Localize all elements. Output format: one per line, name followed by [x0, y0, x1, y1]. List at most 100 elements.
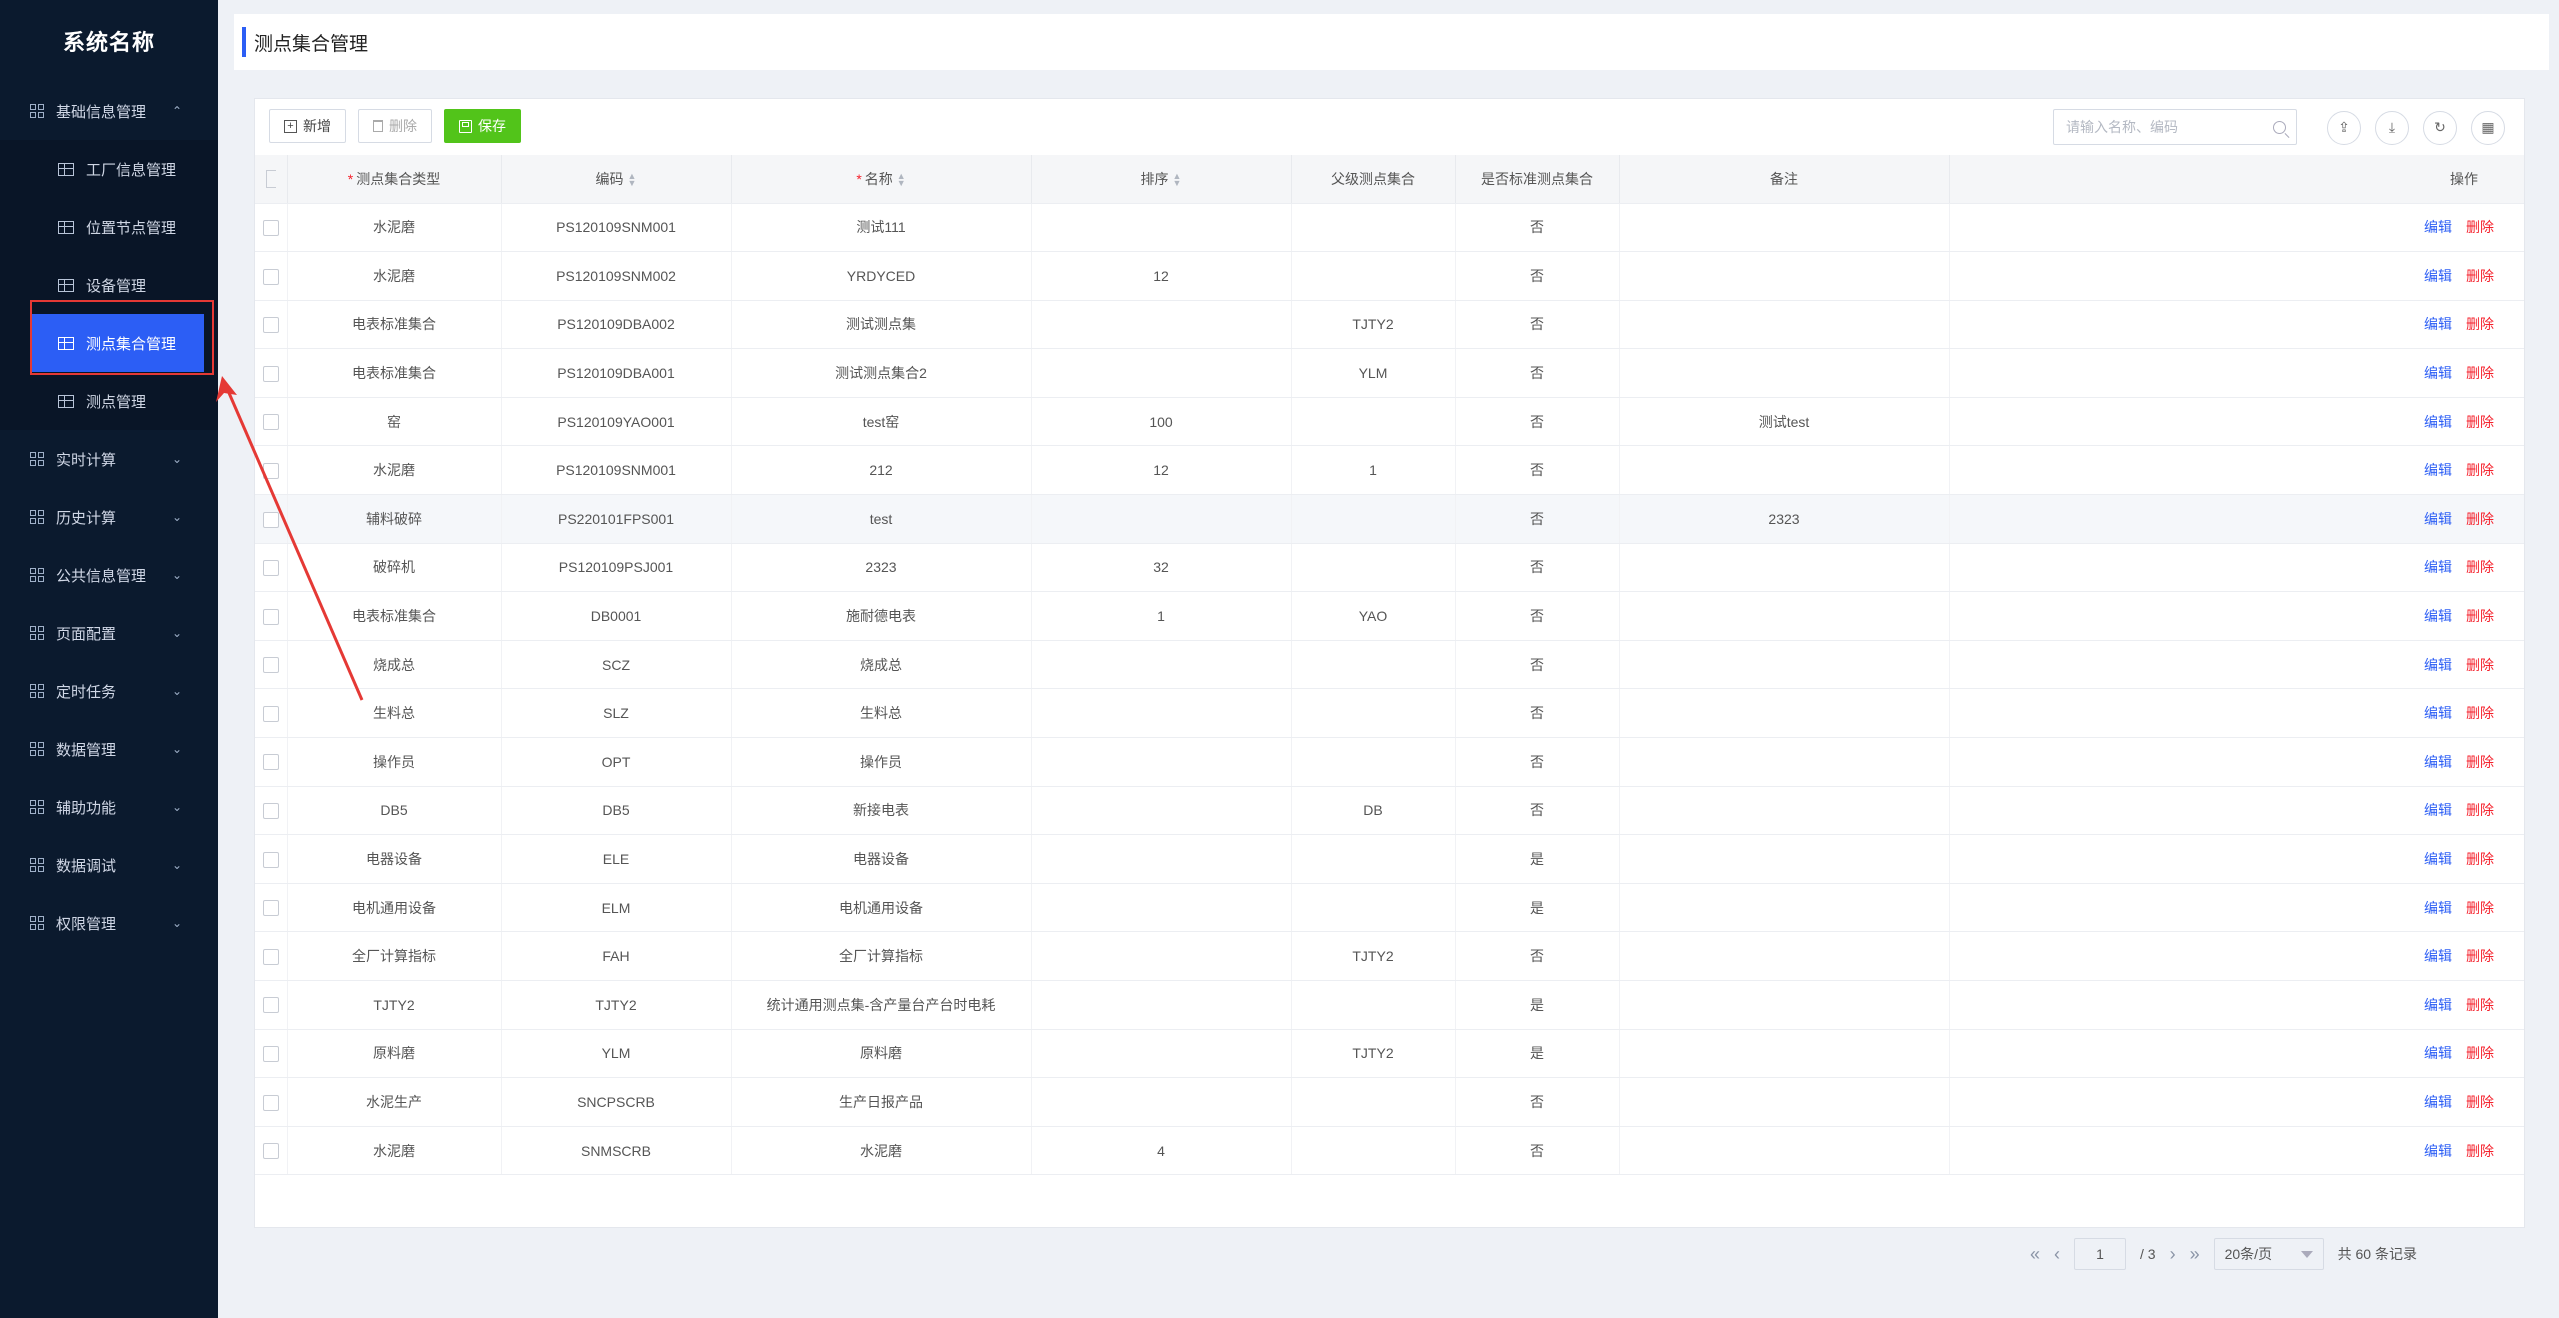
row-checkbox[interactable] [262, 754, 279, 771]
row-checkbox[interactable] [262, 1094, 279, 1111]
sidebar-group-2[interactable]: 历史计算 ⌄ [0, 488, 218, 546]
table-row[interactable]: 电表标准集合 PS120109DBA002 测试测点集 TJTY2 否 编辑 删除 [255, 300, 2524, 350]
edit-link[interactable]: 编辑 [2424, 511, 2452, 527]
row-checkbox[interactable] [262, 900, 279, 917]
table-row[interactable]: 生料总 SLZ 生料总 否 编辑 删除 [255, 688, 2524, 739]
row-checkbox[interactable] [262, 462, 279, 479]
search-icon[interactable] [2273, 120, 2286, 134]
refresh-icon[interactable]: ↻ [2423, 111, 2457, 145]
table-row[interactable]: 水泥磨 PS120109SNM002 YRDYCED 12 否 编辑 删除 [255, 251, 2524, 301]
edit-link[interactable]: 编辑 [2424, 1045, 2452, 1061]
edit-link[interactable]: 编辑 [2424, 1094, 2452, 1110]
sort-icon[interactable]: ▲ ▼ [628, 172, 637, 188]
row-checkbox[interactable] [262, 219, 279, 236]
sidebar-group-4[interactable]: 页面配置 ⌄ [0, 604, 218, 662]
row-checkbox[interactable] [262, 1046, 279, 1063]
edit-link[interactable]: 编辑 [2424, 900, 2452, 916]
table-row[interactable]: 辅料破碎 PS220101FPS001 test 否 2323 编辑 删除 [255, 494, 2524, 544]
delete-link[interactable]: 删除 [2466, 1045, 2494, 1061]
edit-link[interactable]: 编辑 [2424, 316, 2452, 332]
table-row[interactable]: 电机通用设备 ELM 电机通用设备 是 编辑 删除 [255, 883, 2524, 933]
edit-link[interactable]: 编辑 [2424, 851, 2452, 867]
delete-link[interactable]: 删除 [2466, 851, 2494, 867]
row-checkbox[interactable] [262, 268, 279, 285]
row-checkbox[interactable] [262, 317, 279, 334]
row-checkbox[interactable] [262, 997, 279, 1014]
edit-link[interactable]: 编辑 [2424, 559, 2452, 575]
edit-link[interactable]: 编辑 [2424, 365, 2452, 381]
table-row[interactable]: DB5 DB5 新接电表 DB 否编辑 删除 [255, 786, 2524, 836]
table-row[interactable]: 水泥磨 PS120109SNM001 212 12 1 否 编辑 删除 [255, 445, 2524, 496]
sidebar-subitem-3[interactable]: 测点集合管理 [32, 314, 204, 372]
sidebar-subitem-4[interactable]: 测点管理 [0, 372, 218, 430]
edit-link[interactable]: 编辑 [2424, 414, 2452, 430]
edit-link[interactable]: 编辑 [2424, 608, 2452, 624]
column-settings-icon[interactable]: ▦ [2471, 111, 2505, 145]
sidebar-group-3[interactable]: 公共信息管理 ⌄ [0, 546, 218, 604]
row-checkbox[interactable] [262, 851, 279, 868]
delete-link[interactable]: 删除 [2466, 705, 2494, 721]
delete-link[interactable]: 删除 [2466, 462, 2494, 478]
row-checkbox[interactable] [262, 803, 279, 820]
table-row[interactable]: 水泥生产 SNCPSCRB 生产日报产品 否 编辑 删除 [255, 1077, 2524, 1127]
sidebar-group-9[interactable]: 权限管理 ⌄ [0, 894, 218, 952]
sort-icon[interactable]: ▲ ▼ [1173, 172, 1182, 188]
save-button[interactable]: 保存 [444, 109, 521, 143]
delete-link[interactable]: 删除 [2466, 657, 2494, 673]
download-icon[interactable]: ⤓ [2375, 111, 2409, 145]
sidebar-group-8[interactable]: 数据调试 ⌄ [0, 836, 218, 894]
edit-link[interactable]: 编辑 [2424, 219, 2452, 235]
add-button[interactable]: + 新增 [269, 109, 346, 143]
select-all-checkbox[interactable] [255, 155, 288, 204]
col-header-order[interactable]: 排序 ▲ ▼ [1031, 155, 1292, 204]
table-row[interactable]: TJTY2 TJTY2 统计通用测点集-含产量台产台时电耗是编辑 删除 [255, 980, 2524, 1030]
row-checkbox[interactable] [262, 657, 279, 674]
sidebar-group-1[interactable]: 实时计算 ⌄ [0, 430, 218, 488]
col-header-code[interactable]: 编码 ▲ ▼ [501, 155, 732, 204]
sidebar-group-6[interactable]: 数据管理 ⌄ [0, 720, 218, 778]
upload-icon[interactable]: ⇪ [2327, 111, 2361, 145]
table-row[interactable]: 水泥磨 SNMSCRB 水泥磨 4 否编辑 删除 [255, 1126, 2524, 1176]
sidebar-subitem-2[interactable]: 设备管理 [0, 256, 218, 314]
edit-link[interactable]: 编辑 [2424, 802, 2452, 818]
delete-link[interactable]: 删除 [2466, 316, 2494, 332]
delete-link[interactable]: 删除 [2466, 754, 2494, 770]
delete-link[interactable]: 删除 [2466, 802, 2494, 818]
table-row[interactable]: 电表标准集合 PS120109DBA001 测试测点集合2 YLM 否 编辑 删除 [255, 348, 2524, 398]
table-row[interactable]: 电器设备 ELE 电器设备 是 编辑 删除 [255, 834, 2524, 884]
edit-link[interactable]: 编辑 [2424, 1143, 2452, 1159]
edit-link[interactable]: 编辑 [2424, 997, 2452, 1013]
search-box[interactable] [2053, 109, 2297, 145]
edit-link[interactable]: 编辑 [2424, 268, 2452, 284]
edit-link[interactable]: 编辑 [2424, 462, 2452, 478]
delete-link[interactable]: 删除 [2466, 1143, 2494, 1159]
delete-link[interactable]: 删除 [2466, 948, 2494, 964]
sidebar-subitem-0[interactable]: 工厂信息管理 [0, 140, 218, 198]
delete-link[interactable]: 删除 [2466, 997, 2494, 1013]
table-row[interactable]: 烧成总 SCZ 烧成总 否 编辑 删除 [255, 640, 2524, 690]
row-checkbox[interactable] [262, 1143, 279, 1160]
table-row[interactable]: 原料磨 YLM 原料磨 TJTY2 是 编辑 删除 [255, 1029, 2524, 1079]
edit-link[interactable]: 编辑 [2424, 754, 2452, 770]
delete-link[interactable]: 删除 [2466, 219, 2494, 235]
row-checkbox[interactable] [262, 948, 279, 965]
delete-link[interactable]: 删除 [2466, 268, 2494, 284]
delete-link[interactable]: 删除 [2466, 365, 2494, 381]
delete-link[interactable]: 删除 [2466, 608, 2494, 624]
edit-link[interactable]: 编辑 [2424, 948, 2452, 964]
edit-link[interactable]: 编辑 [2424, 705, 2452, 721]
last-page-icon[interactable]: » [2190, 1244, 2200, 1265]
row-checkbox[interactable] [262, 560, 279, 577]
next-page-icon[interactable]: › [2170, 1244, 2176, 1265]
sort-icon[interactable]: ▲ ▼ [897, 172, 906, 188]
row-checkbox[interactable] [262, 511, 279, 528]
row-checkbox[interactable] [262, 705, 279, 722]
delete-link[interactable]: 删除 [2466, 511, 2494, 527]
row-checkbox[interactable] [262, 608, 279, 625]
col-header-name[interactable]: * 名称 ▲ ▼ [731, 155, 1032, 204]
table-row[interactable]: 破碎机 PS120109PSJ001 2323 32 否 编辑 删除 [255, 543, 2524, 593]
table-row[interactable]: 操作员 OPT 操作员 否 编辑 删除 [255, 737, 2524, 787]
sidebar-group-5[interactable]: 定时任务 ⌄ [0, 662, 218, 720]
delete-link[interactable]: 删除 [2466, 1094, 2494, 1110]
delete-link[interactable]: 删除 [2466, 900, 2494, 916]
